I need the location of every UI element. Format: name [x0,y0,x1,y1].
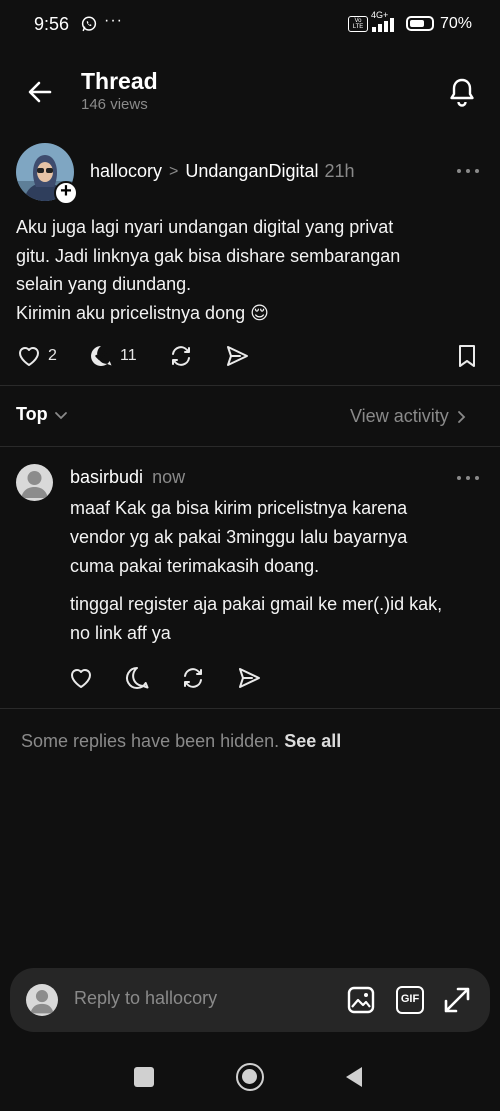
hidden-replies-note: Some replies have been hidden. See all [21,731,341,752]
view-count: 146 views [81,96,148,113]
post-line: gitu. Jadi linknya gak bisa dishare semb… [16,245,401,266]
battery-icon [406,16,434,31]
triangle-back-icon [346,1067,362,1087]
reply-count: 11 [120,347,137,364]
expand-icon [444,987,470,1013]
reply-line: no link aff ya [70,623,171,643]
back-button[interactable] [22,74,58,110]
post-line: Aku juga lagi nyari undangan digital yan… [16,217,394,237]
hidden-replies-text: Some replies have been hidden. [21,731,280,751]
reply-comment-button[interactable] [124,665,150,691]
divider [0,385,500,386]
gif-button[interactable]: GIF [396,986,424,1014]
post-line: Kirimin aku pricelistnya dong 😌 [16,302,269,323]
page-title: Thread [81,68,158,94]
reply-share-button[interactable] [236,665,262,691]
post-body: Aku juga lagi nyari undangan digital yan… [16,213,486,327]
image-icon [347,986,375,1014]
reply-more-button[interactable] [455,468,481,488]
notifications-button[interactable] [444,74,480,110]
heart-icon [19,347,39,366]
reply-paragraph: tinggal register aja pakai gmail ke mer(… [70,590,490,648]
recent-apps-button[interactable] [134,1067,154,1087]
post-more-button[interactable] [455,161,481,181]
more-horizontal-icon [457,169,479,173]
repost-icon [184,668,202,688]
reply-time: now [152,467,186,487]
bell-icon [450,78,474,107]
system-back-button[interactable] [344,1066,364,1088]
bookmark-icon [459,345,475,367]
post-header: hallocory > UndanganDigital 21h [90,161,355,182]
status-more-dots: ··· [104,12,123,29]
more-horizontal-icon [457,476,479,480]
home-button[interactable] [236,1063,264,1091]
reply-line: cuma pakai terimakasih doang. [70,556,320,576]
view-activity-link[interactable]: View activity [350,406,467,427]
chevron-right-icon [457,410,465,423]
post-time: 21h [324,161,355,181]
arrow-left-icon [28,81,52,103]
repost-icon [172,346,190,366]
post-author-name[interactable]: hallocory [90,161,162,182]
like-button[interactable]: 2 [16,343,57,369]
status-time: 9:56 [34,14,70,34]
post-community[interactable]: UndanganDigital [185,161,318,182]
reply-like-button[interactable] [68,665,94,691]
view-activity-label: View activity [350,406,449,426]
send-icon [227,346,248,366]
chevron-right-icon: > [169,162,179,180]
reply-line: maaf Kak ga bisa kirim pricelistnya kare… [70,498,408,518]
heart-icon [71,669,91,688]
volte-icon: Vo LTE [348,16,368,32]
share-button[interactable] [224,343,250,369]
reply-input[interactable]: Reply to hallocory [74,988,217,1009]
reply-repost-button[interactable] [180,665,206,691]
battery-percent: 70% [440,15,473,32]
chevron-down-icon [54,411,67,419]
repost-button[interactable] [168,343,194,369]
default-avatar-icon [21,471,48,498]
reply-author-name[interactable]: basirbudi [70,467,143,487]
composer-avatar [26,984,58,1016]
bookmark-button[interactable] [454,343,480,369]
sort-dropdown[interactable]: Top [16,404,68,425]
like-count: 2 [48,347,57,364]
reply-line: tinggal register aja pakai gmail ke mer(… [70,594,443,614]
post-line: selain yang diundang. [16,274,192,294]
sort-label: Top [16,404,48,424]
send-icon [239,668,260,688]
reply-button[interactable]: 11 [88,343,137,369]
divider [0,708,500,709]
follow-button[interactable]: + [54,181,78,205]
reply-icon [126,667,149,689]
reply-line: vendor yg ak pakai 3minggu lalu bayarnya [70,527,408,547]
reply-check-icon [91,346,112,366]
divider [0,446,500,447]
expand-composer-button[interactable] [442,985,472,1015]
reply-avatar[interactable] [16,464,53,501]
status-bar: 9:56 ··· Vo LTE 4G+ 70% [0,0,500,50]
signal-icon [372,18,400,32]
see-all-link[interactable]: See all [284,731,341,751]
attach-image-button[interactable] [346,985,376,1015]
reply-paragraph: maaf Kak ga bisa kirim pricelistnya kare… [70,494,490,581]
default-avatar-icon [30,990,54,1014]
reply-header: basirbudi now [70,467,185,488]
whatsapp-icon [80,15,98,33]
